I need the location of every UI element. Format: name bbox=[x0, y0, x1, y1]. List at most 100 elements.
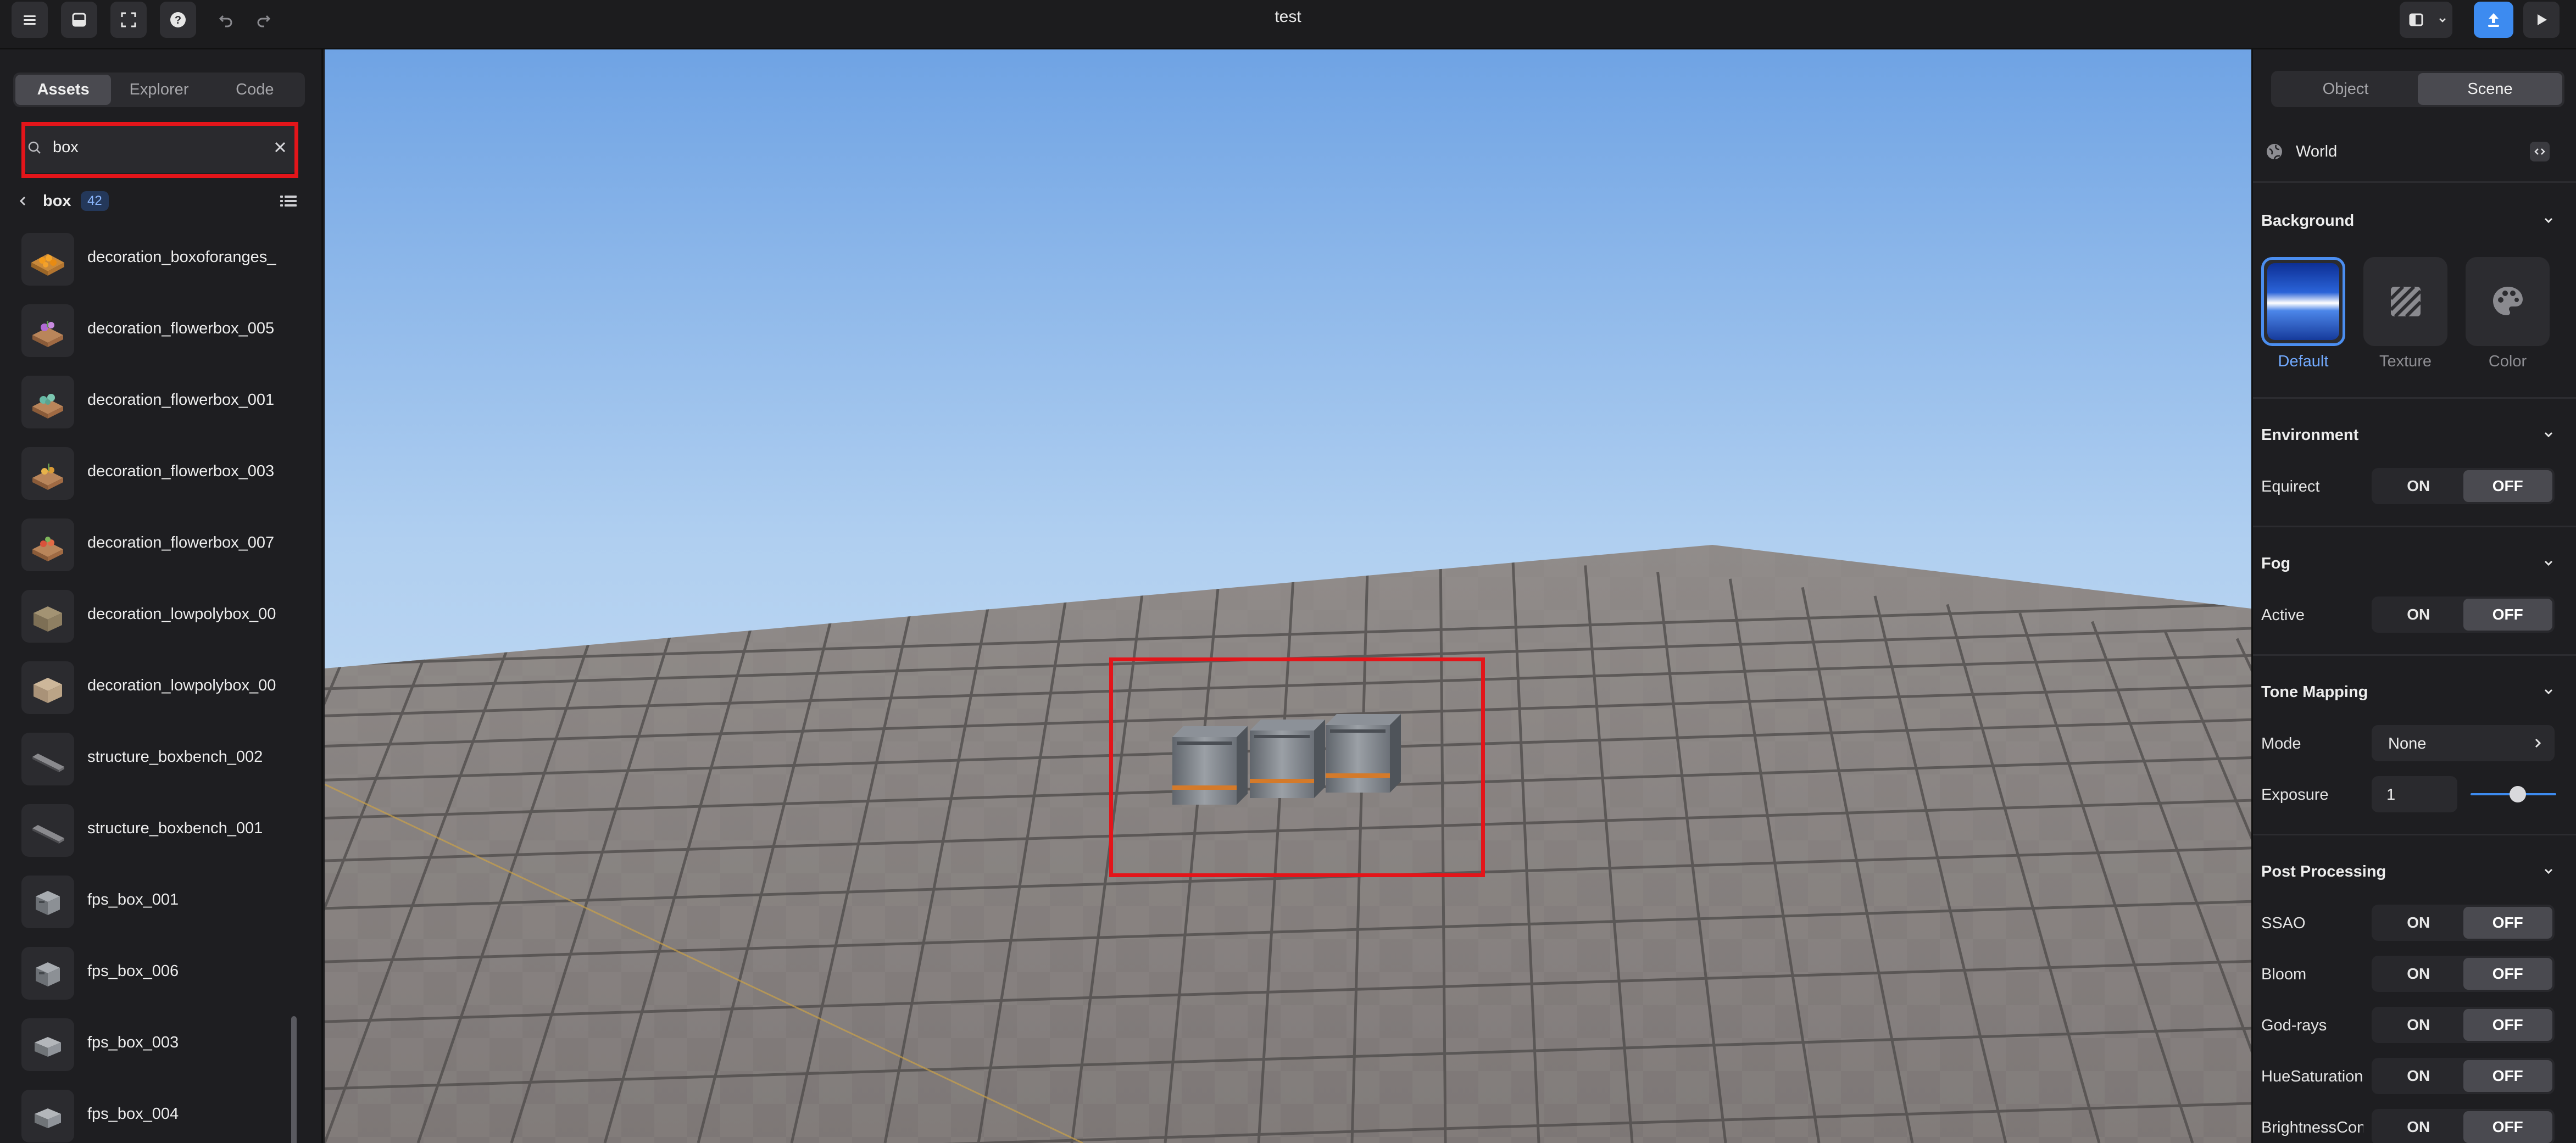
layout-button[interactable] bbox=[2400, 2, 2433, 38]
asset-list-item[interactable]: fps_box_004 bbox=[0, 1082, 286, 1143]
background-texture-option[interactable] bbox=[2363, 257, 2447, 346]
asset-thumbnail bbox=[21, 947, 74, 1000]
tab-code[interactable]: Code bbox=[207, 75, 303, 105]
exposure-value: 1 bbox=[2386, 786, 2396, 804]
scene-canvas[interactable] bbox=[325, 49, 2251, 1143]
slider-handle[interactable] bbox=[2510, 786, 2526, 802]
post-effect-toggle[interactable]: ON OFF bbox=[2372, 1058, 2555, 1094]
result-count-badge: 42 bbox=[81, 191, 109, 211]
breadcrumb: box 42 bbox=[0, 188, 321, 214]
assets-panel: Assets Explorer Code box 42 decoration_b… bbox=[0, 49, 323, 1143]
asset-list-item[interactable]: decoration_lowpolybox_00 bbox=[0, 654, 286, 725]
list-icon bbox=[280, 196, 297, 207]
upload-icon bbox=[2488, 13, 2499, 27]
post-processing-section-header[interactable]: Post Processing bbox=[2261, 858, 2563, 885]
toggle-on[interactable]: ON bbox=[2374, 1009, 2463, 1041]
toggle-off[interactable]: OFF bbox=[2463, 1060, 2552, 1092]
exposure-slider[interactable] bbox=[2471, 776, 2556, 812]
asset-name: fps_box_006 bbox=[87, 962, 179, 980]
toggle-off[interactable]: OFF bbox=[2463, 958, 2552, 990]
asset-thumbnail bbox=[21, 518, 74, 571]
asset-thumbnail bbox=[21, 233, 74, 286]
toggle-on[interactable]: ON bbox=[2374, 1111, 2463, 1143]
tab-scene[interactable]: Scene bbox=[2418, 73, 2562, 105]
toggle-on[interactable]: ON bbox=[2374, 470, 2463, 502]
layout-dropdown[interactable] bbox=[2433, 2, 2452, 38]
back-button[interactable] bbox=[13, 190, 33, 212]
asset-list-item[interactable]: decoration_flowerbox_007 bbox=[0, 511, 286, 582]
toggle-on[interactable]: ON bbox=[2374, 599, 2463, 631]
asset-thumbnail bbox=[21, 733, 74, 785]
post-effect-toggle[interactable]: ON OFF bbox=[2372, 905, 2555, 941]
exposure-label: Exposure bbox=[2261, 786, 2329, 804]
divider bbox=[2253, 181, 2576, 183]
breadcrumb-label: box bbox=[43, 192, 71, 210]
list-view-button[interactable] bbox=[277, 190, 300, 212]
asset-list-item[interactable]: fps_box_006 bbox=[0, 939, 286, 1011]
asset-list-item[interactable]: structure_boxbench_002 bbox=[0, 725, 286, 796]
environment-section-header[interactable]: Environment bbox=[2261, 422, 2563, 448]
toggle-on[interactable]: ON bbox=[2374, 1060, 2463, 1092]
layout-toggle[interactable] bbox=[2400, 2, 2452, 38]
toggle-off[interactable]: OFF bbox=[2463, 907, 2552, 939]
tab-assets[interactable]: Assets bbox=[15, 75, 112, 105]
chevron-down-icon bbox=[2439, 18, 2446, 23]
tab-explorer[interactable]: Explorer bbox=[111, 75, 207, 105]
background-default-label: Default bbox=[2278, 353, 2329, 370]
toggle-off[interactable]: OFF bbox=[2463, 1009, 2552, 1041]
world-code-button[interactable] bbox=[2530, 142, 2550, 161]
tone-mode-select[interactable]: None bbox=[2372, 725, 2555, 761]
asset-name: decoration_flowerbox_003 bbox=[87, 462, 275, 480]
scene-viewport[interactable] bbox=[325, 49, 2251, 1143]
asset-name: fps_box_003 bbox=[87, 1034, 179, 1051]
asset-name: fps_box_001 bbox=[87, 891, 179, 908]
post-effect-toggle[interactable]: ON OFF bbox=[2372, 956, 2555, 992]
fog-section-header[interactable]: Fog bbox=[2261, 550, 2563, 577]
toggle-off[interactable]: OFF bbox=[2463, 599, 2552, 631]
asset-thumbnail bbox=[21, 590, 74, 643]
tone-mapping-section-header[interactable]: Tone Mapping bbox=[2261, 679, 2563, 705]
asset-name: fps_box_004 bbox=[87, 1105, 179, 1123]
asset-thumbnail bbox=[21, 876, 74, 928]
left-panel-tabs: Assets Explorer Code bbox=[13, 73, 305, 107]
post-effect-label: BrightnessContrast bbox=[2261, 1119, 2363, 1136]
post-effect-toggle[interactable]: ON OFF bbox=[2372, 1109, 2555, 1143]
tab-object[interactable]: Object bbox=[2273, 73, 2418, 105]
asset-name: structure_boxbench_002 bbox=[87, 748, 263, 766]
world-row: World bbox=[2253, 135, 2576, 168]
asset-thumbnail bbox=[21, 447, 74, 500]
section-title: Fog bbox=[2261, 555, 2291, 572]
asset-name: decoration_lowpolybox_00 bbox=[87, 605, 276, 623]
asset-list-item[interactable]: decoration_boxoforanges_ bbox=[0, 225, 286, 297]
background-section-header[interactable]: Background bbox=[2261, 208, 2563, 234]
asset-list-item[interactable]: fps_box_003 bbox=[0, 1011, 286, 1082]
scrollbar-thumb[interactable] bbox=[291, 1016, 297, 1143]
asset-list-item[interactable]: decoration_flowerbox_001 bbox=[0, 368, 286, 439]
asset-list-item[interactable]: fps_box_001 bbox=[0, 868, 286, 939]
toggle-on[interactable]: ON bbox=[2374, 958, 2463, 990]
asset-thumbnail bbox=[21, 304, 74, 357]
post-effect-label: HueSaturation bbox=[2261, 1068, 2363, 1085]
selection-highlight-box bbox=[1109, 657, 1485, 877]
asset-list-item[interactable]: decoration_lowpolybox_00 bbox=[0, 582, 286, 654]
play-button[interactable] bbox=[2523, 2, 2560, 38]
post-effect-toggle[interactable]: ON OFF bbox=[2372, 1007, 2555, 1043]
divider bbox=[2253, 654, 2576, 656]
asset-list: decoration_boxoforanges_ decoration_flowe… bbox=[0, 225, 321, 1143]
background-color-option[interactable] bbox=[2466, 257, 2550, 346]
asset-list-item[interactable]: structure_boxbench_001 bbox=[0, 796, 286, 868]
asset-list-item[interactable]: decoration_flowerbox_005 bbox=[0, 297, 286, 368]
asset-list-item[interactable]: decoration_flowerbox_003 bbox=[0, 439, 286, 511]
asset-thumbnail bbox=[21, 804, 74, 857]
toggle-on[interactable]: ON bbox=[2374, 907, 2463, 939]
asset-list-scrollbar[interactable] bbox=[290, 245, 298, 1143]
toggle-off[interactable]: OFF bbox=[2463, 1111, 2552, 1143]
play-icon bbox=[2538, 14, 2547, 25]
equirect-toggle[interactable]: ON OFF bbox=[2372, 468, 2555, 504]
publish-button[interactable] bbox=[2474, 2, 2513, 38]
toggle-off[interactable]: OFF bbox=[2463, 470, 2552, 502]
asset-thumbnail bbox=[21, 376, 74, 428]
background-default-option[interactable] bbox=[2261, 257, 2345, 346]
exposure-input[interactable]: 1 bbox=[2372, 776, 2457, 812]
fog-active-toggle[interactable]: ON OFF bbox=[2372, 596, 2555, 633]
